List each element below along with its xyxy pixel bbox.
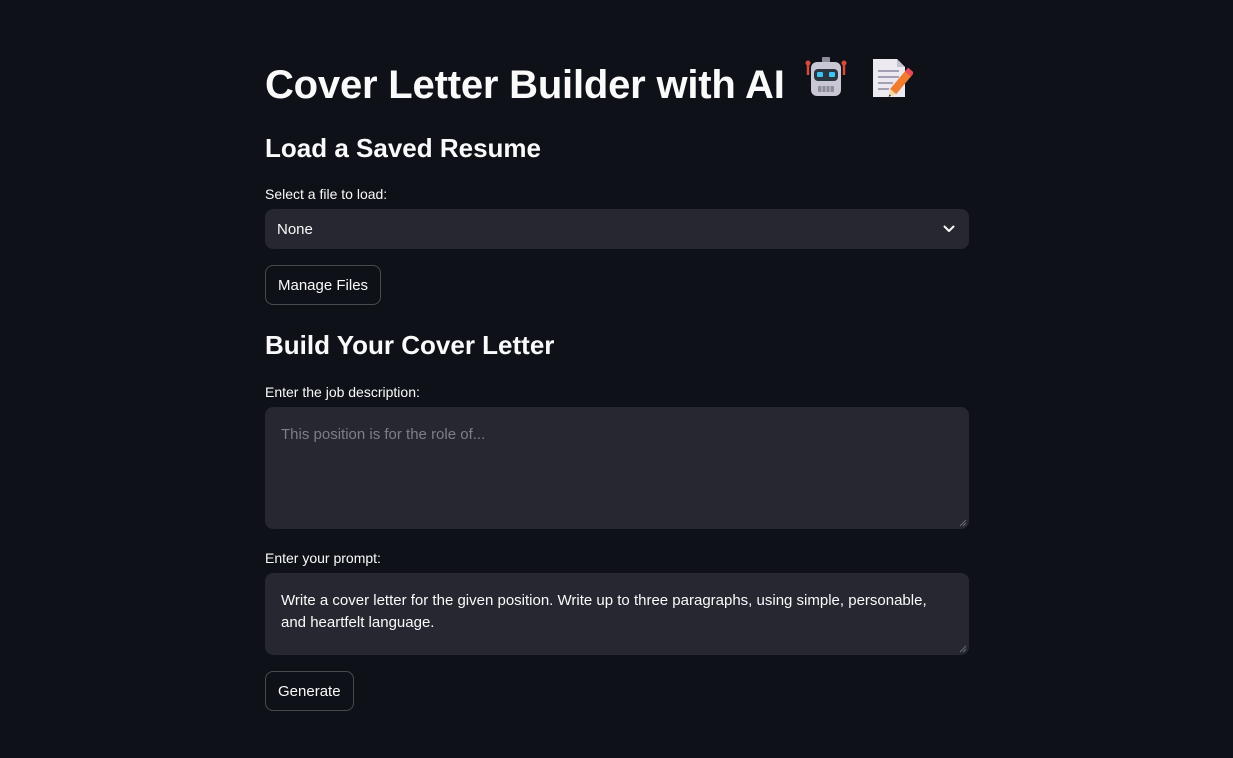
job-description-label: Enter the job description:: [265, 384, 420, 400]
page-title: Cover Letter Builder with AI: [265, 55, 914, 114]
generate-button[interactable]: Generate: [265, 671, 354, 711]
load-section-heading: Load a Saved Resume: [265, 133, 541, 163]
job-description-input[interactable]: This position is for the role of...: [265, 407, 969, 529]
page-title-text: Cover Letter Builder with AI: [265, 62, 785, 107]
job-description-placeholder: This position is for the role of...: [281, 426, 486, 443]
resize-handle-icon[interactable]: [959, 645, 967, 653]
robot-icon: [803, 55, 849, 114]
file-select[interactable]: None: [265, 209, 969, 249]
prompt-value: Write a cover letter for the given posit…: [281, 592, 927, 631]
select-file-label: Select a file to load:: [265, 186, 388, 202]
prompt-label: Enter your prompt:: [265, 550, 381, 566]
manage-files-button[interactable]: Manage Files: [265, 265, 382, 305]
chevron-down-icon: [941, 221, 957, 237]
prompt-input[interactable]: Write a cover letter for the given posit…: [265, 573, 969, 655]
resize-handle-icon[interactable]: [959, 519, 967, 527]
file-select-value: None: [277, 220, 313, 238]
memo-icon: [867, 55, 914, 114]
build-section-heading: Build Your Cover Letter: [265, 330, 555, 360]
